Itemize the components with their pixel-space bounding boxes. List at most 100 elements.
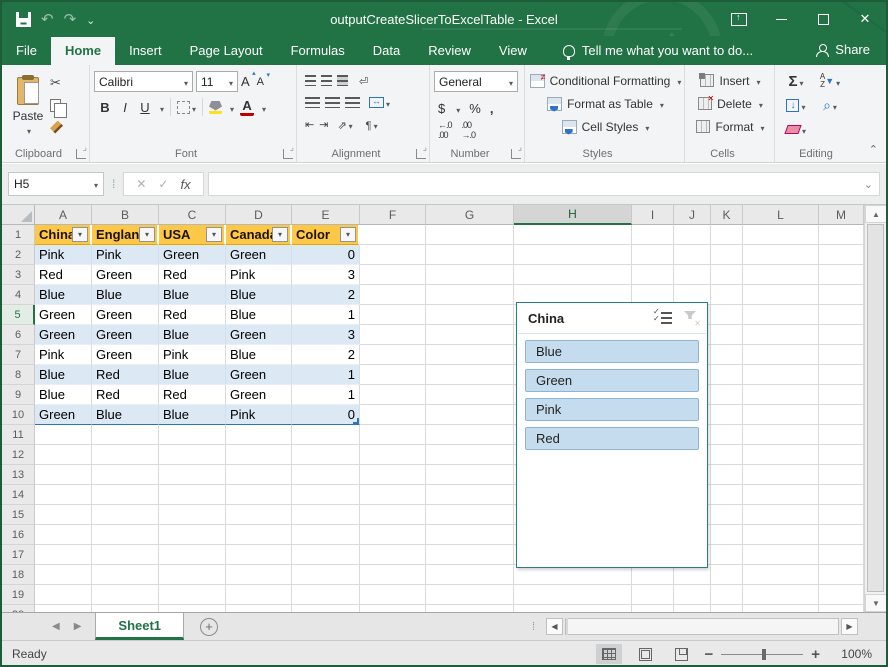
cell-K1[interactable] (711, 225, 743, 245)
cell-K9[interactable] (711, 385, 743, 405)
select-all-corner[interactable] (2, 205, 35, 225)
cell-L15[interactable] (743, 505, 819, 525)
cell-E18[interactable] (292, 565, 360, 585)
vertical-scroll-thumb[interactable] (867, 224, 884, 592)
clipboard-dialog-launcher-icon[interactable] (76, 149, 86, 159)
align-right-icon[interactable] (345, 97, 360, 108)
row-header-15[interactable]: 15 (2, 505, 35, 525)
underline-dropdown-icon[interactable] (158, 100, 164, 115)
percent-style-icon[interactable]: % (469, 101, 481, 116)
cell-A14[interactable] (35, 485, 92, 505)
cell-D11[interactable] (226, 425, 292, 445)
cell-D8[interactable]: Green (226, 365, 292, 385)
cell-J20[interactable] (674, 605, 711, 612)
cell-L16[interactable] (743, 525, 819, 545)
sort-filter-icon[interactable]: AZ▼ (813, 73, 847, 89)
cell-C15[interactable] (159, 505, 226, 525)
cell-G6[interactable] (426, 325, 514, 345)
cell-L14[interactable] (743, 485, 819, 505)
filter-dropdown-icon[interactable] (272, 227, 288, 242)
insert-function-icon[interactable]: fx (180, 177, 190, 192)
cell-M15[interactable] (819, 505, 864, 525)
bold-button[interactable]: B (98, 100, 112, 115)
cell-E19[interactable] (292, 585, 360, 605)
font-name-combo[interactable]: Calibri (94, 71, 193, 92)
cell-H1[interactable] (514, 225, 632, 245)
zoom-slider-thumb[interactable] (762, 649, 766, 660)
tab-formulas[interactable]: Formulas (277, 37, 359, 65)
close-icon[interactable]: ✕ (844, 2, 886, 36)
number-dialog-launcher-icon[interactable] (511, 149, 521, 159)
row-header-1[interactable]: 1 (2, 225, 35, 245)
column-header-E[interactable]: E (292, 205, 360, 225)
cell-G10[interactable] (426, 405, 514, 425)
cell-B18[interactable] (92, 565, 159, 585)
cell-I18[interactable] (632, 565, 674, 585)
cell-L6[interactable] (743, 325, 819, 345)
cell-K2[interactable] (711, 245, 743, 265)
add-sheet-button[interactable]: + (184, 613, 234, 640)
borders-icon[interactable] (177, 100, 196, 115)
cell-B15[interactable] (92, 505, 159, 525)
cell-F19[interactable] (360, 585, 426, 605)
row-header-3[interactable]: 3 (2, 265, 35, 285)
cell-B4[interactable]: Blue (92, 285, 159, 305)
alignment-dialog-launcher-icon[interactable] (416, 149, 426, 159)
slicer-item-pink[interactable]: Pink (525, 398, 699, 421)
cell-L5[interactable] (743, 305, 819, 325)
cell-I3[interactable] (632, 265, 674, 285)
cell-D5[interactable]: Blue (226, 305, 292, 325)
cell-C20[interactable] (159, 605, 226, 612)
align-top-icon[interactable] (305, 75, 316, 86)
horizontal-scrollbar[interactable]: ⁞ ◀ ▶ (532, 613, 886, 640)
cell-B12[interactable] (92, 445, 159, 465)
cell-F6[interactable] (360, 325, 426, 345)
clear-filter-icon[interactable] (683, 310, 699, 326)
row-header-13[interactable]: 13 (2, 465, 35, 485)
cell-B19[interactable] (92, 585, 159, 605)
cell-L12[interactable] (743, 445, 819, 465)
column-header-M[interactable]: M (819, 205, 864, 225)
vertical-scrollbar[interactable]: ▲ ▼ (864, 205, 886, 612)
align-left-icon[interactable] (305, 97, 320, 108)
align-middle-icon[interactable] (321, 75, 332, 86)
row-header-2[interactable]: 2 (2, 245, 35, 265)
cell-C6[interactable]: Blue (159, 325, 226, 345)
cell-J1[interactable] (674, 225, 711, 245)
cell-A15[interactable] (35, 505, 92, 525)
decrease-indent-icon[interactable] (305, 118, 314, 131)
cell-E6[interactable]: 3 (292, 325, 360, 345)
table-resize-handle[interactable] (353, 418, 359, 424)
cell-C4[interactable]: Blue (159, 285, 226, 305)
underline-button[interactable]: U (138, 100, 152, 115)
column-header-A[interactable]: A (35, 205, 92, 225)
cut-icon[interactable] (50, 75, 67, 91)
increase-indent-icon[interactable] (319, 118, 328, 131)
cell-G12[interactable] (426, 445, 514, 465)
cell-C14[interactable] (159, 485, 226, 505)
row-header-19[interactable]: 19 (2, 585, 35, 605)
tab-data[interactable]: Data (359, 37, 414, 65)
cell-K11[interactable] (711, 425, 743, 445)
cell-F18[interactable] (360, 565, 426, 585)
column-header-G[interactable]: G (426, 205, 514, 225)
cell-I1[interactable] (632, 225, 674, 245)
cell-D14[interactable] (226, 485, 292, 505)
column-header-F[interactable]: F (360, 205, 426, 225)
cell-B14[interactable] (92, 485, 159, 505)
column-header-I[interactable]: I (632, 205, 674, 225)
cell-B20[interactable] (92, 605, 159, 612)
cell-E9[interactable]: 1 (292, 385, 360, 405)
clear-icon[interactable] (779, 122, 813, 137)
cell-G7[interactable] (426, 345, 514, 365)
cell-D9[interactable]: Green (226, 385, 292, 405)
cell-B2[interactable]: Pink (92, 245, 159, 265)
row-header-20[interactable]: 20 (2, 605, 35, 612)
cell-F13[interactable] (360, 465, 426, 485)
tab-home[interactable]: Home (51, 37, 115, 65)
cell-D12[interactable] (226, 445, 292, 465)
tab-insert[interactable]: Insert (115, 37, 176, 65)
cell-F12[interactable] (360, 445, 426, 465)
cell-M18[interactable] (819, 565, 864, 585)
cell-K4[interactable] (711, 285, 743, 305)
